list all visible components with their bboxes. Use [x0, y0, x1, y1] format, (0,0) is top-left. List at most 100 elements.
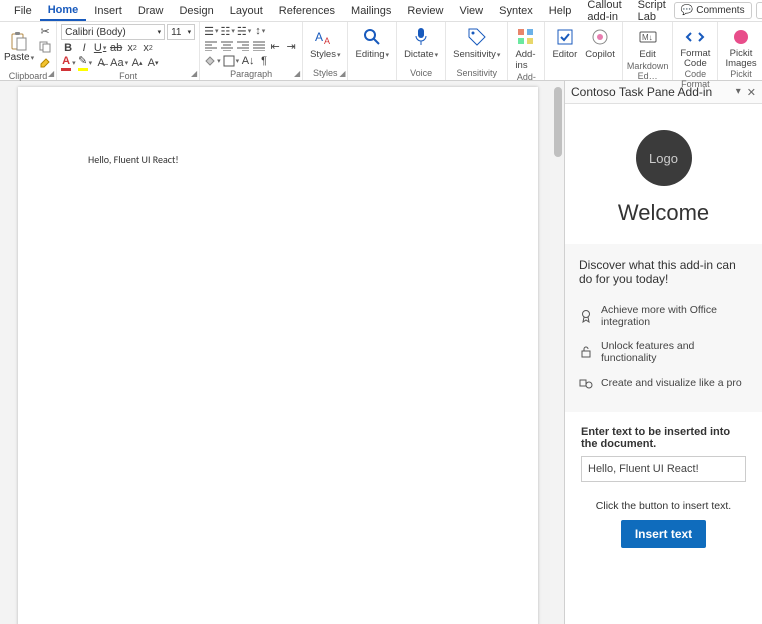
document-page[interactable]: Hello, Fluent UI React! — [18, 87, 538, 624]
cut-button[interactable]: ✂ — [38, 24, 52, 38]
font-name-dropdown[interactable]: Calibri (Body)▾ — [61, 24, 165, 40]
feature-item: Achieve more with Office integration — [579, 298, 748, 334]
outdent-icon: ⇤ — [270, 40, 279, 53]
multilevel-button[interactable]: ☵ — [237, 24, 251, 38]
group-addins: Add-ins Add-ins — [508, 22, 545, 80]
font-color-button[interactable]: A — [61, 56, 76, 70]
addin-logo: Logo — [636, 130, 692, 186]
strikethrough-button[interactable]: ab — [109, 41, 123, 55]
feature-text: Achieve more with Office integration — [601, 304, 748, 328]
indent-icon: ⇥ — [286, 40, 295, 53]
group-markdown: M↓ Edit Markdown Ed… — [623, 22, 674, 80]
paste-button[interactable]: Paste — [4, 32, 34, 63]
justify-button[interactable] — [252, 39, 266, 53]
subscript-button[interactable]: x2 — [125, 41, 139, 55]
format-code-button[interactable]: Format Code — [677, 24, 713, 68]
feature-text: Create and visualize like a pro — [601, 377, 742, 389]
insert-text-button[interactable]: Insert text — [621, 520, 706, 548]
form-help-text: Click the button to insert text. — [581, 500, 746, 512]
comment-icon: 💬 — [681, 5, 693, 16]
grow-font-button[interactable]: A▴ — [130, 56, 144, 70]
shrink-font-button[interactable]: A▾ — [146, 56, 160, 70]
addins-button[interactable]: Add-ins — [512, 24, 540, 71]
linespacing-button[interactable]: ↕ — [253, 24, 267, 38]
tab-review[interactable]: Review — [399, 2, 451, 20]
numbering-button[interactable]: ☷ — [220, 24, 234, 38]
pickit-button[interactable]: Pickit Images — [722, 24, 759, 68]
increase-indent-button[interactable]: ⇥ — [284, 39, 298, 53]
sort-button[interactable]: A↓ — [241, 54, 255, 68]
dictate-button[interactable]: Dictate — [401, 24, 441, 60]
font-size-dropdown[interactable]: 11▾ — [167, 24, 195, 40]
markdown-label: Edit — [639, 49, 655, 60]
tab-file[interactable]: File — [6, 2, 40, 20]
group-editor-copilot: Editor Copilot — [545, 22, 622, 80]
vertical-scrollbar[interactable] — [552, 81, 564, 624]
insert-text-input[interactable] — [581, 456, 746, 482]
copilot-icon — [589, 26, 611, 48]
styles-button[interactable]: AA Styles — [307, 24, 343, 60]
bullets-button[interactable]: ☰ — [204, 24, 218, 38]
svg-text:M↓: M↓ — [642, 33, 653, 42]
numbering-icon: ☷ — [220, 25, 230, 38]
multilevel-icon: ☵ — [237, 25, 247, 38]
form-label: Enter text to be inserted into the docum… — [581, 426, 746, 450]
taskpane-body: Logo Welcome Discover what this add-in c… — [565, 104, 762, 624]
italic-button[interactable]: I — [77, 41, 91, 55]
scroll-thumb[interactable] — [554, 87, 562, 157]
taskpane-close-button[interactable]: ✕ — [747, 86, 756, 99]
tab-design[interactable]: Design — [171, 2, 221, 20]
group-label-styles: Styles — [307, 67, 343, 80]
taskpane-menu-button[interactable]: ▾ — [736, 86, 741, 99]
align-right-button[interactable] — [236, 39, 250, 53]
feature-list: Achieve more with Office integration Unl… — [565, 292, 762, 412]
show-marks-button[interactable]: ¶ — [257, 54, 271, 68]
change-case-button[interactable]: Aa — [110, 56, 128, 70]
format-painter-button[interactable] — [38, 56, 52, 70]
markdown-edit-button[interactable]: M↓ Edit — [627, 24, 669, 60]
tab-draw[interactable]: Draw — [130, 2, 172, 20]
sensitivity-button[interactable]: Sensitivity — [450, 24, 503, 60]
shading-button[interactable] — [204, 54, 221, 68]
underline-button[interactable]: U — [93, 41, 107, 55]
tab-help[interactable]: Help — [541, 2, 580, 20]
tab-view[interactable]: View — [451, 2, 491, 20]
align-center-button[interactable] — [220, 39, 234, 53]
group-voice: Dictate Voice — [397, 22, 446, 80]
copy-button[interactable] — [38, 40, 52, 54]
group-label-markdown: Markdown Ed… — [627, 60, 669, 83]
tab-home[interactable]: Home — [40, 1, 87, 21]
group-formatcode: Format Code Code Format — [673, 22, 718, 80]
superscript-button[interactable]: x2 — [141, 41, 155, 55]
borders-button[interactable] — [223, 54, 240, 68]
editor-icon — [554, 26, 576, 48]
tab-syntex[interactable]: Syntex — [491, 2, 541, 20]
editing-mode-dropdown[interactable]: ✎ Editing — [756, 2, 762, 19]
comments-button[interactable]: 💬 Comments — [674, 2, 752, 19]
editor-button[interactable]: Editor — [549, 24, 580, 60]
paragraph-launcher[interactable]: ◢ — [294, 69, 300, 78]
group-label-voice: Voice — [401, 67, 441, 80]
decrease-indent-button[interactable]: ⇤ — [268, 39, 282, 53]
tab-layout[interactable]: Layout — [222, 2, 271, 20]
clipboard-launcher[interactable]: ◢ — [48, 69, 54, 78]
tab-insert[interactable]: Insert — [86, 2, 130, 20]
taskpane-subtitle: Discover what this add-in can do for you… — [565, 244, 762, 292]
styles-launcher[interactable]: ◢ — [339, 69, 345, 78]
editor-label: Editor — [552, 49, 577, 60]
font-launcher[interactable]: ◢ — [191, 69, 197, 78]
clear-formatting-button[interactable]: A̶ — [94, 56, 108, 70]
svg-text:A: A — [324, 36, 330, 46]
editing-button[interactable]: Editing — [352, 24, 392, 60]
align-left-button[interactable] — [204, 39, 218, 53]
tab-mailings[interactable]: Mailings — [343, 2, 399, 20]
highlight-button[interactable]: ✎ — [78, 56, 93, 70]
tab-references[interactable]: References — [271, 2, 343, 20]
copilot-button[interactable]: Copilot — [582, 24, 618, 60]
find-icon — [361, 26, 383, 48]
feature-item: Create and visualize like a pro — [579, 370, 748, 396]
document-text: Hello, Fluent UI React! — [88, 153, 179, 166]
bold-button[interactable]: B — [61, 41, 75, 55]
group-styles: AA Styles Styles ◢ — [303, 22, 348, 80]
brush-icon — [39, 57, 51, 69]
